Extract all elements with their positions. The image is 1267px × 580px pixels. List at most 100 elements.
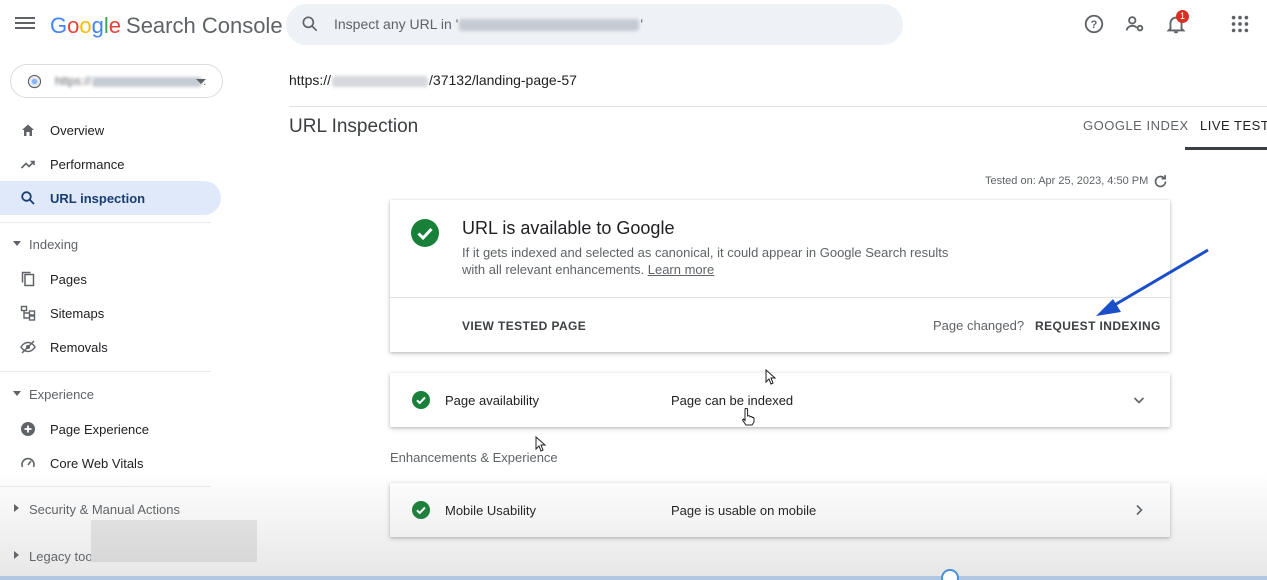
redacted-property: [92, 76, 203, 87]
home-icon: [22, 124, 34, 136]
section-label: Experience: [29, 387, 95, 402]
caret-down-icon: [13, 241, 21, 246]
request-indexing-button[interactable]: REQUEST INDEXING: [1035, 319, 1161, 333]
mobile-usability-row[interactable]: Mobile Usability Page is usable on mobil…: [390, 483, 1170, 537]
sidebar-item-sitemaps[interactable]: Sitemaps: [0, 296, 221, 330]
bottom-progress-line: [0, 576, 1267, 580]
caret-down-icon: [13, 391, 21, 396]
sidebar-divider: [0, 486, 211, 487]
row-status: Page is usable on mobile: [671, 503, 817, 518]
sitemap-icon: [20, 305, 36, 321]
section-label: Legacy too: [29, 549, 93, 564]
placeholder-prefix: Inspect any URL in ': [334, 16, 459, 32]
refresh-icon[interactable]: [1152, 173, 1169, 190]
property-prefix: https://: [55, 74, 92, 88]
page-changed-label: Page changed?: [933, 318, 1025, 333]
section-label: Indexing: [29, 237, 79, 252]
sidebar-divider: [0, 371, 211, 372]
page-title: URL Inspection: [289, 116, 419, 137]
check-circle-icon: [412, 391, 430, 409]
row-label: Page availability: [445, 393, 539, 408]
logo-letter: o: [79, 13, 92, 38]
globe-icon: [27, 74, 42, 89]
learn-more-link[interactable]: Learn more: [648, 262, 714, 277]
check-circle-icon: [411, 219, 439, 247]
url-status-card: URL is available to Google If it gets in…: [390, 200, 1170, 352]
caret-right-icon: [14, 504, 19, 512]
video-overlay-box: [91, 520, 257, 562]
url-path: /37132/landing-page-57: [429, 72, 577, 88]
menu-icon[interactable]: [14, 14, 36, 34]
search-placeholder[interactable]: Inspect any URL in ' ': [334, 16, 643, 32]
url-inspect-search-bar[interactable]: Inspect any URL in ' ': [286, 4, 903, 45]
sidebar: https://. Overview Performance URL inspe…: [0, 50, 257, 580]
enhancements-section-label: Enhancements & Experience: [390, 450, 558, 465]
annotation-arrow-icon: [1096, 248, 1209, 316]
chevron-down-icon[interactable]: [1132, 393, 1146, 407]
search-icon: [302, 16, 318, 32]
top-app-bar: Google Search Console Inspect any URL in …: [0, 0, 1267, 50]
logo-letter: G: [50, 13, 68, 38]
eye-off-icon: [20, 340, 36, 354]
placeholder-suffix: ': [640, 16, 644, 32]
search-icon: [21, 191, 35, 205]
sidebar-item-label: Page Experience: [50, 422, 150, 437]
row-status: Page can be indexed: [671, 393, 794, 408]
sidebar-section-security[interactable]: Security & Manual Actions: [0, 498, 221, 522]
notification-badge: 1: [1176, 10, 1189, 23]
sidebar-item-core-web-vitals[interactable]: Core Web Vitals: [0, 446, 221, 480]
search-console-logo[interactable]: Google Search Console: [50, 13, 283, 39]
sidebar-section-indexing[interactable]: Indexing: [0, 233, 221, 257]
property-name: https://.: [55, 74, 206, 88]
sidebar-divider: [0, 222, 211, 223]
hand-pointer-icon: [741, 408, 755, 426]
page-availability-row[interactable]: Page availability Page can be indexed: [390, 373, 1170, 427]
loading-spinner-icon: [941, 569, 959, 580]
sidebar-item-page-experience[interactable]: Page Experience: [0, 412, 221, 446]
mouse-pointer-icon: [535, 436, 547, 452]
sidebar-item-label: URL inspection: [50, 191, 146, 206]
sidebar-item-overview[interactable]: Overview: [0, 113, 221, 147]
sidebar-item-performance[interactable]: Performance: [0, 147, 221, 181]
sidebar-item-label: Removals: [50, 340, 108, 355]
plus-circle-icon: [21, 422, 35, 436]
check-circle-icon: [412, 501, 430, 519]
tested-on-timestamp: Tested on: Apr 25, 2023, 4:50 PM: [985, 175, 1149, 187]
redacted-domain: [332, 75, 429, 87]
sidebar-item-url-inspection[interactable]: URL inspection: [0, 181, 221, 215]
active-tab-indicator: [1185, 147, 1267, 150]
sidebar-item-removals[interactable]: Removals: [0, 330, 221, 364]
caret-right-icon: [14, 551, 19, 559]
speed-icon: [21, 457, 35, 468]
dropdown-caret-icon: [196, 79, 206, 84]
status-title: URL is available to Google: [462, 218, 675, 238]
svg-text:?: ?: [1091, 19, 1098, 31]
header-divider: [289, 106, 1267, 107]
url-prefix: https://: [289, 72, 332, 88]
sidebar-item-label: Core Web Vitals: [50, 456, 144, 471]
tab-google-index[interactable]: GOOGLE INDEX: [1083, 118, 1189, 133]
product-name: Search Console: [126, 13, 283, 38]
chevron-right-icon[interactable]: [1132, 503, 1146, 517]
sidebar-item-label: Sitemaps: [50, 306, 105, 321]
tab-live-test[interactable]: LIVE TEST: [1200, 118, 1267, 133]
status-description: If it gets indexed and selected as canon…: [462, 244, 962, 278]
section-label: Security & Manual Actions: [29, 502, 181, 517]
view-tested-page-button[interactable]: VIEW TESTED PAGE: [462, 319, 586, 333]
sidebar-item-label: Overview: [50, 123, 105, 138]
apps-grid-icon[interactable]: [1229, 13, 1251, 35]
sidebar-item-pages[interactable]: Pages: [0, 262, 221, 296]
manage-users-icon[interactable]: [1124, 13, 1146, 35]
mouse-pointer-icon: [765, 369, 777, 385]
inspected-url: https:// /37132/landing-page-57: [289, 72, 577, 88]
sidebar-item-label: Performance: [50, 157, 125, 172]
card-divider: [390, 297, 1170, 298]
sidebar-section-experience[interactable]: Experience: [0, 383, 221, 407]
property-selector[interactable]: https://.: [10, 64, 223, 98]
logo-letter: o: [67, 13, 80, 38]
pages-icon: [21, 271, 35, 287]
sidebar-item-label: Pages: [50, 272, 87, 287]
trending-up-icon: [20, 160, 35, 169]
row-label: Mobile Usability: [445, 503, 537, 518]
help-icon[interactable]: ?: [1083, 13, 1105, 35]
